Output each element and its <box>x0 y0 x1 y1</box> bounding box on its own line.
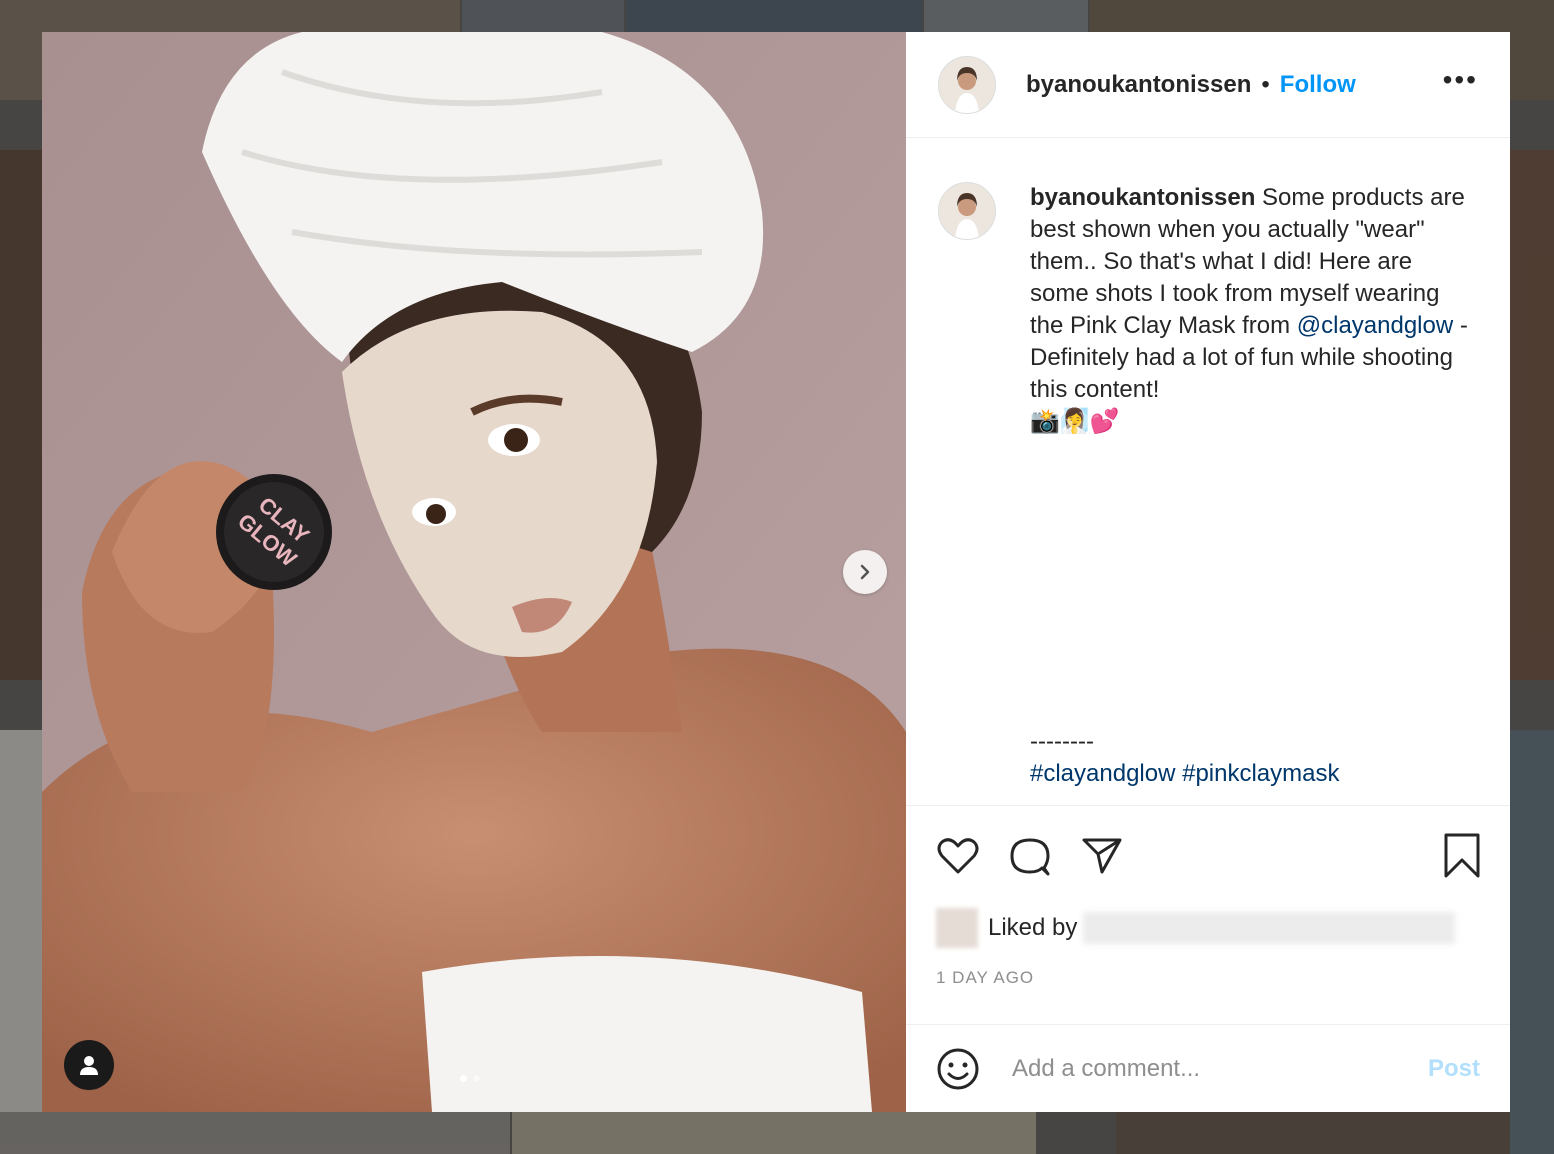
caption-divider: -------- <box>1030 728 1094 755</box>
liked-by-label: Liked by <box>988 914 1078 941</box>
bookmark-icon <box>1444 833 1480 878</box>
user-icon <box>80 1056 98 1075</box>
carousel-dot-active <box>460 1075 467 1082</box>
post-comment-button[interactable]: Post <box>1428 1055 1480 1083</box>
likes-summary: Liked by <box>906 906 1510 950</box>
liked-by-names-redacted[interactable] <box>1083 912 1456 944</box>
post-actions <box>906 806 1510 906</box>
comment-bar: Post <box>906 1024 1510 1112</box>
comment-input[interactable] <box>1010 1053 1428 1084</box>
share-button[interactable] <box>1080 834 1124 878</box>
caption-mention-link[interactable]: @clayandglow <box>1297 312 1453 339</box>
avatar[interactable] <box>938 55 996 114</box>
post-header: byanoukantonissen • Follow ••• <box>906 32 1510 138</box>
post-media: CLAY GLOW <box>42 32 906 1112</box>
comment-icon <box>1010 838 1050 876</box>
caption-section: byanoukantonissen Some products are best… <box>906 138 1510 806</box>
tagged-users-button[interactable] <box>64 1040 114 1090</box>
emoji-icon[interactable] <box>936 1047 980 1091</box>
liker-avatar[interactable] <box>936 908 978 948</box>
post-sidebar: byanoukantonissen • Follow ••• byanoukan… <box>906 32 1510 1112</box>
chevron-right-icon <box>860 564 870 580</box>
avatar-image <box>939 183 995 239</box>
save-button[interactable] <box>1442 832 1482 880</box>
paper-plane-icon <box>1082 838 1122 874</box>
avatar-image <box>939 56 995 113</box>
caption-emojis: 📸🧖‍♀️💕 <box>1030 408 1120 435</box>
post-modal: CLAY GLOW byanoukantonissen • Follow •••… <box>42 32 1510 1112</box>
carousel-indicator <box>460 1075 480 1082</box>
more-options-button[interactable]: ••• <box>1443 64 1478 106</box>
like-button[interactable] <box>936 834 980 878</box>
post-author-username[interactable]: byanoukantonissen <box>1026 71 1251 99</box>
post-photo: CLAY GLOW <box>42 32 906 1112</box>
follow-button[interactable]: Follow <box>1280 71 1356 99</box>
carousel-next-button[interactable] <box>843 550 887 594</box>
caption-hashtags[interactable]: #clayandglow #pinkclaymask <box>1030 758 1476 790</box>
comment-button[interactable] <box>1008 834 1052 878</box>
caption-text: byanoukantonissen Some products are best… <box>1030 182 1476 805</box>
carousel-dot <box>473 1075 480 1082</box>
caption-username[interactable]: byanoukantonissen <box>1030 184 1255 211</box>
post-timestamp[interactable]: 1 DAY AGO <box>906 968 1510 1024</box>
header-separator: • <box>1261 70 1270 98</box>
heart-icon <box>937 838 979 874</box>
caption-avatar[interactable] <box>938 182 996 240</box>
